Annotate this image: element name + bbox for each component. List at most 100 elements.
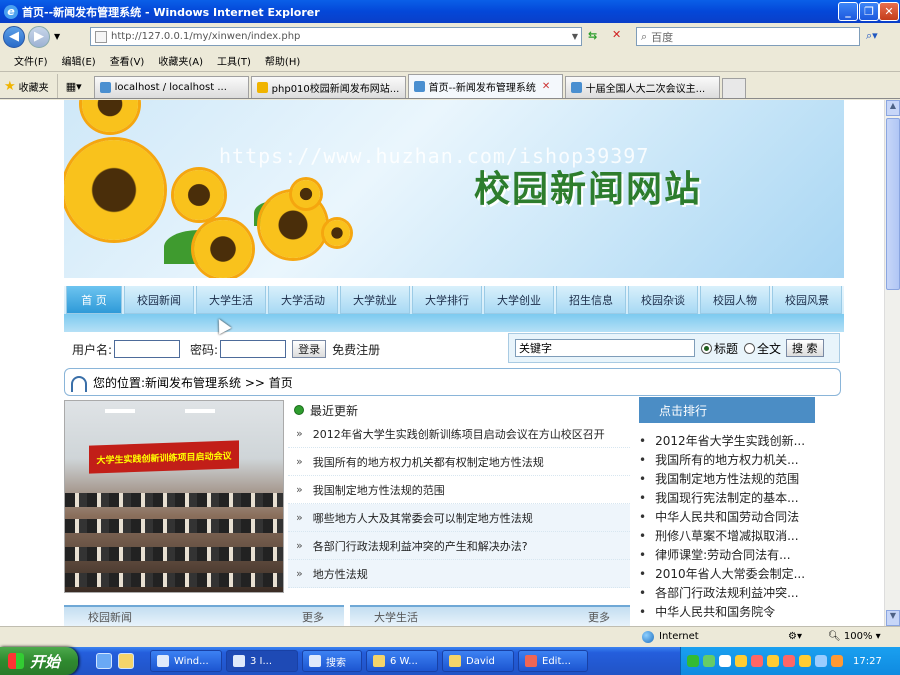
tray-icon[interactable]: [815, 655, 827, 667]
back-button[interactable]: ◀: [3, 25, 25, 48]
tray-icon[interactable]: [783, 655, 795, 667]
nav-people[interactable]: 校园人物: [700, 286, 770, 314]
arrow-icon: »: [296, 539, 303, 552]
new-tab-button[interactable]: [721, 78, 746, 98]
tray-icon[interactable]: [751, 655, 763, 667]
ranking-item[interactable]: 我国制定地方性法规的范围: [639, 469, 815, 488]
ie-quicklaunch-icon[interactable]: [96, 653, 112, 669]
username-input[interactable]: [114, 340, 181, 358]
ranking-item[interactable]: 刑修八草案不增减拟取消...: [639, 526, 815, 545]
system-tray: 17:27: [680, 647, 900, 675]
tray-icon[interactable]: [735, 655, 747, 667]
ranking-item[interactable]: 我国所有的地方权力机关...: [639, 450, 815, 469]
tray-icon[interactable]: [719, 655, 731, 667]
folder-icon: [449, 655, 461, 667]
ranking-item[interactable]: 我国现行宪法制定的基本...: [639, 488, 815, 507]
news-link[interactable]: 地方性法规: [313, 566, 368, 582]
username-label: 用户名:: [72, 342, 113, 357]
news-item[interactable]: » 2012年省大学生实践创新训练项目启动会议在方山校区召开: [288, 420, 630, 448]
vertical-scrollbar[interactable]: ▲ ▼: [884, 100, 900, 626]
news-link[interactable]: 我国所有的地方权力机关都有权制定地方性法规: [313, 454, 544, 470]
more-link[interactable]: 更多: [588, 609, 610, 625]
nav-employment[interactable]: 大学就业: [340, 286, 410, 314]
url-dropdown-icon[interactable]: ▼: [572, 32, 578, 41]
tab-npc[interactable]: 十届全国人大二次会议主...: [564, 76, 720, 98]
news-item[interactable]: » 各部门行政法规利益冲突的产生和解决办法?: [288, 532, 630, 560]
tray-icon[interactable]: [687, 655, 699, 667]
keyword-input[interactable]: 关键字: [515, 339, 695, 357]
stop-icon[interactable]: ✕: [612, 28, 621, 41]
quick-tabs-icon[interactable]: ▦▾: [58, 74, 90, 98]
scroll-thumb[interactable]: [886, 118, 900, 290]
more-link[interactable]: 更多: [302, 609, 324, 625]
nav-student-life[interactable]: 大学生活: [196, 286, 266, 314]
nav-admissions[interactable]: 招生信息: [556, 286, 626, 314]
refresh-icon[interactable]: ⇆: [588, 29, 597, 42]
password-input[interactable]: [220, 340, 287, 358]
start-button[interactable]: 开始: [0, 647, 78, 675]
task-search[interactable]: 搜索: [302, 650, 362, 672]
nav-subbar: [64, 314, 844, 332]
news-link[interactable]: 2012年省大学生实践创新训练项目启动会议在方山校区召开: [313, 426, 605, 442]
search-input[interactable]: ⌕ 百度: [636, 27, 860, 46]
tab-php010[interactable]: php010校园新闻发布网站...: [250, 76, 406, 98]
radio-title[interactable]: [701, 342, 712, 354]
task-windows[interactable]: Wind...: [150, 650, 222, 672]
tab-home-active[interactable]: 首页--新闻发布管理系统 ✕: [407, 74, 563, 98]
menu-view[interactable]: 查看(V): [110, 53, 145, 68]
history-dropdown-icon[interactable]: ▼: [54, 32, 60, 41]
nav-campus-news[interactable]: 校园新闻: [124, 286, 194, 314]
folder-quicklaunch-icon[interactable]: [118, 653, 134, 669]
tray-icon[interactable]: [767, 655, 779, 667]
nav-home[interactable]: 首 页: [66, 286, 122, 314]
login-button[interactable]: 登录: [292, 340, 327, 358]
nav-scenery[interactable]: 校园风景: [772, 286, 842, 314]
task-david[interactable]: David: [442, 650, 514, 672]
menu-tools[interactable]: 工具(T): [217, 53, 251, 68]
forward-button[interactable]: ▶: [28, 25, 50, 48]
tray-icon[interactable]: [831, 655, 843, 667]
tab-localhost[interactable]: localhost / localhost ...: [93, 76, 249, 98]
protected-mode-icon[interactable]: ⚙▾: [788, 631, 802, 642]
radio-fulltext[interactable]: [744, 342, 756, 354]
maximize-button[interactable]: ❐: [859, 2, 879, 21]
menu-edit[interactable]: 编辑(E): [62, 53, 96, 68]
ranking-item[interactable]: 律师课堂:劳动合同法有...: [639, 545, 815, 564]
register-link[interactable]: 免费注册: [332, 341, 380, 358]
nav-activities[interactable]: 大学活动: [268, 286, 338, 314]
menu-file[interactable]: 文件(F): [14, 53, 48, 68]
nav-entrepreneurship[interactable]: 大学创业: [484, 286, 554, 314]
ranking-item[interactable]: 2012年省大学生实践创新...: [639, 431, 815, 450]
zoom-control[interactable]: 🔍︎ 100% ▾: [828, 631, 881, 642]
news-item[interactable]: » 我国所有的地方权力机关都有权制定地方性法规: [288, 448, 630, 476]
tab-label: 十届全国人大二次会议主...: [585, 84, 706, 95]
ranking-item[interactable]: 中华人民共和国劳动合同法: [639, 507, 815, 526]
search-button[interactable]: 搜 索: [786, 339, 824, 357]
menu-favorites[interactable]: 收藏夹(A): [158, 53, 203, 68]
news-item[interactable]: » 地方性法规: [288, 560, 630, 588]
task-ie[interactable]: 3 I...: [226, 650, 298, 672]
nav-miscellany[interactable]: 校园杂谈: [628, 286, 698, 314]
task-editplus[interactable]: Edit...: [518, 650, 588, 672]
nav-rankings[interactable]: 大学排行: [412, 286, 482, 314]
tray-icon[interactable]: [703, 655, 715, 667]
news-item[interactable]: » 我国制定地方性法规的范围: [288, 476, 630, 504]
news-link[interactable]: 各部门行政法规利益冲突的产生和解决办法?: [313, 538, 528, 554]
tray-icon[interactable]: [799, 655, 811, 667]
ranking-item[interactable]: 各部门行政法规利益冲突...: [639, 583, 815, 602]
search-go-icon[interactable]: ⌕▾: [866, 29, 878, 43]
ranking-item[interactable]: 2010年省人大常委会制定...: [639, 564, 815, 583]
task-explorer[interactable]: 6 W...: [366, 650, 438, 672]
news-link[interactable]: 我国制定地方性法规的范围: [313, 482, 445, 498]
news-item[interactable]: » 哪些地方人大及其常委会可以制定地方性法规: [288, 504, 630, 532]
tab-close-icon[interactable]: ✕: [542, 81, 550, 92]
url-input[interactable]: http://127.0.0.1/my/xinwen/index.php ▼: [90, 27, 582, 46]
scroll-down-icon[interactable]: ▼: [886, 610, 900, 626]
menu-help[interactable]: 帮助(H): [265, 53, 300, 68]
favorites-button[interactable]: ★ 收藏夹: [0, 74, 58, 98]
close-button[interactable]: ✕: [879, 2, 899, 21]
audience-row: [65, 547, 283, 561]
scroll-up-icon[interactable]: ▲: [886, 100, 900, 116]
minimize-button[interactable]: _: [838, 2, 858, 21]
news-link[interactable]: 哪些地方人大及其常委会可以制定地方性法规: [313, 510, 533, 526]
